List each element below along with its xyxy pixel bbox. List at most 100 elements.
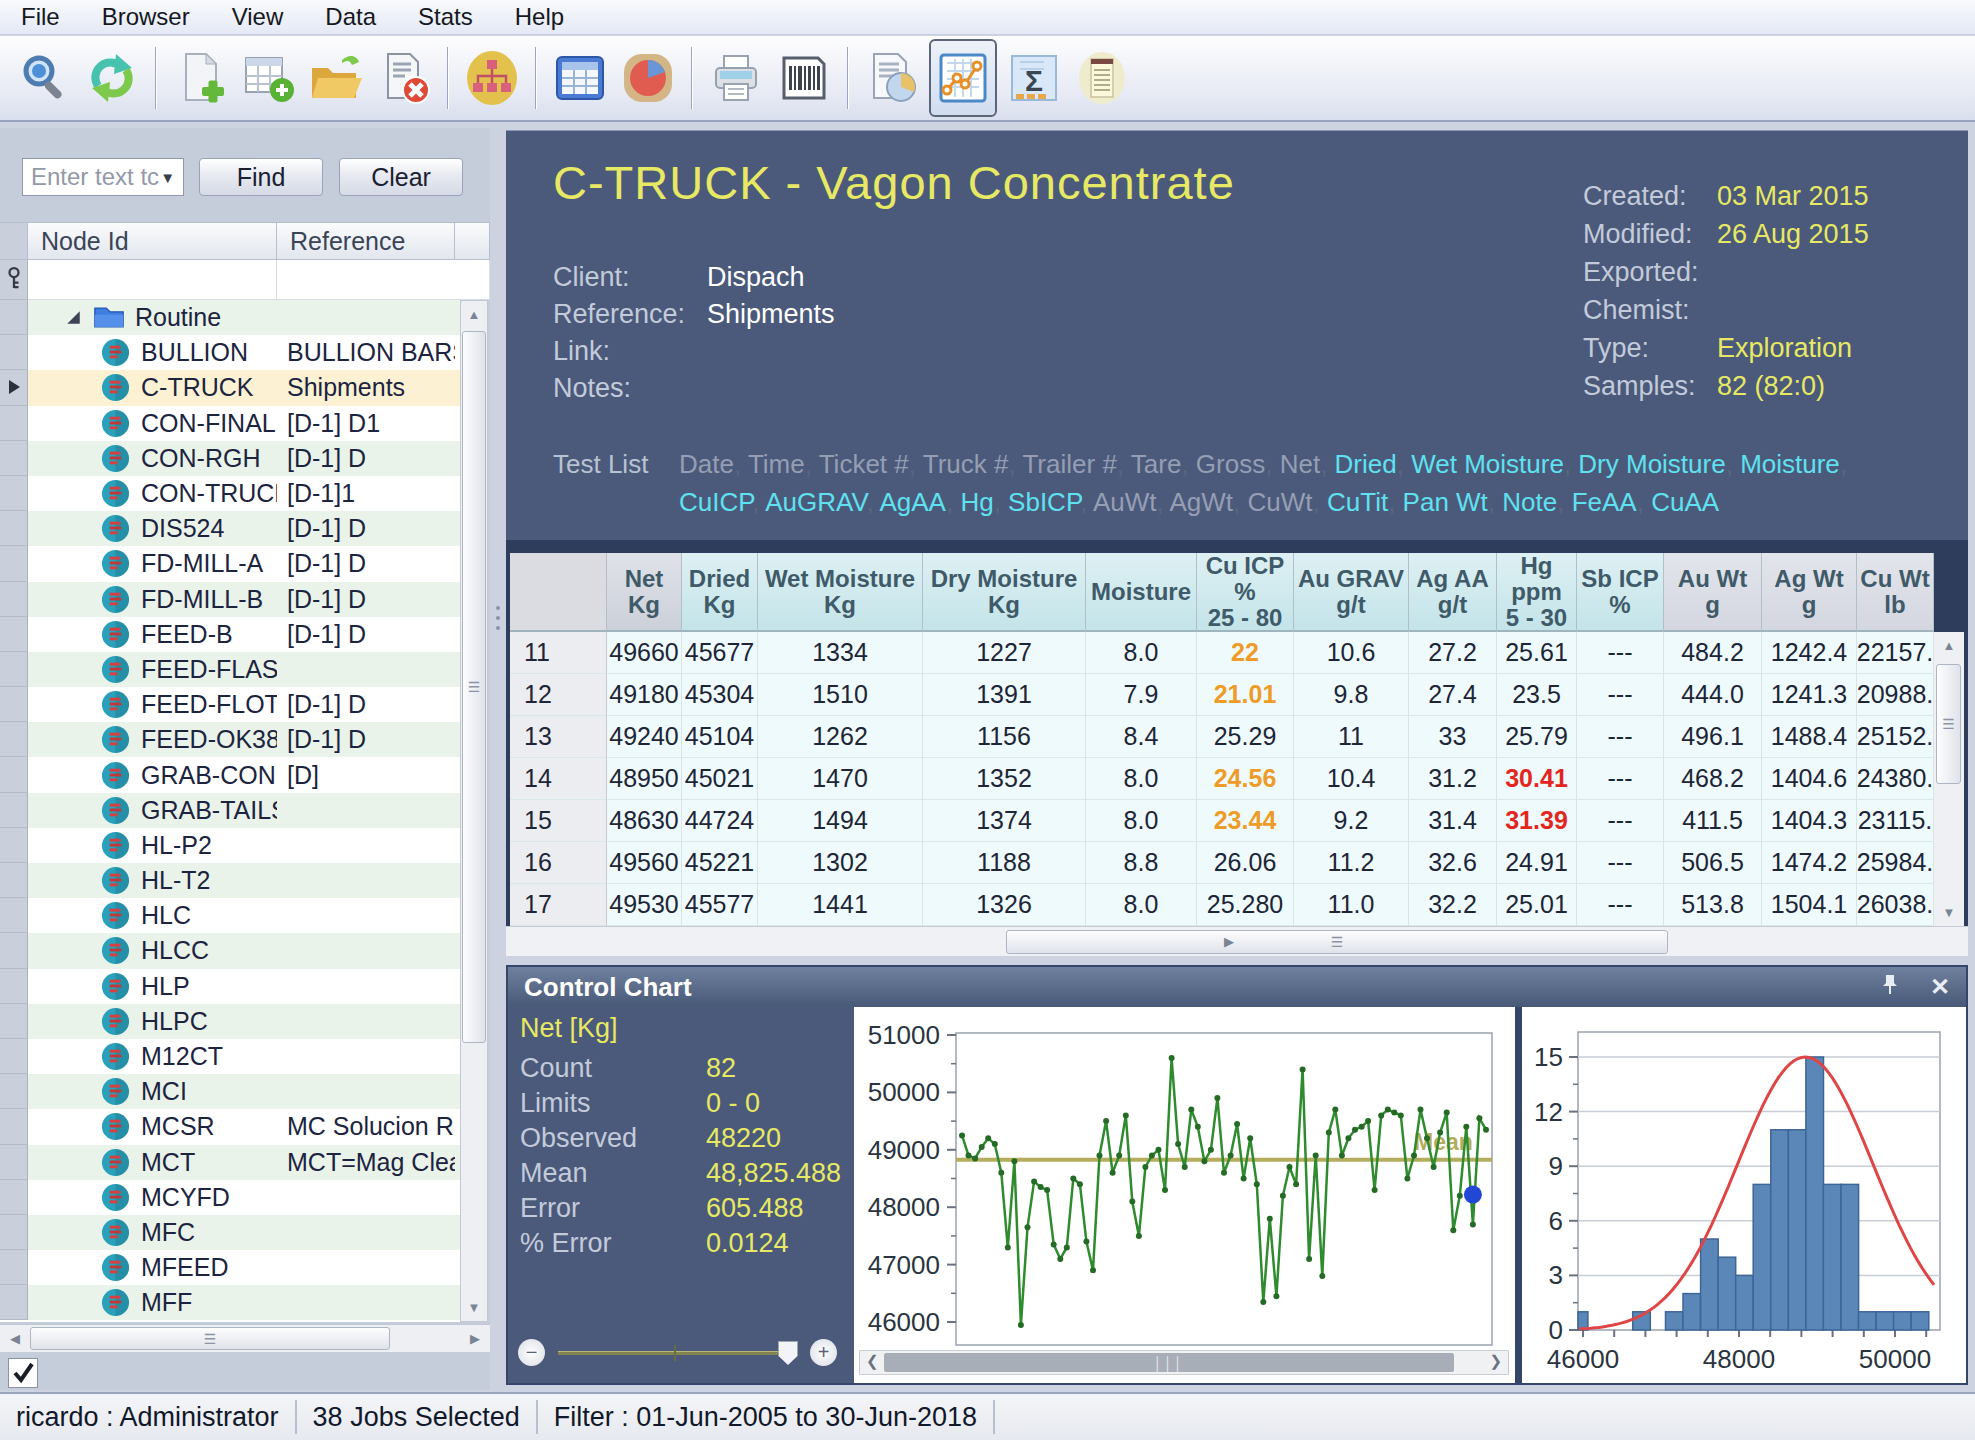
tree-filter-row[interactable] (0, 260, 490, 300)
test-item-note[interactable]: Note (1502, 487, 1557, 517)
tree-row[interactable]: FD-MILL-B[D-1] D (0, 582, 460, 617)
cell[interactable]: 45677 (682, 632, 758, 674)
test-item-tare[interactable]: Tare (1131, 449, 1182, 479)
column-header-moisture[interactable]: Moisture (1086, 553, 1197, 632)
close-icon[interactable]: ✕ (1930, 973, 1950, 1001)
cell[interactable]: 7.9 (1086, 674, 1197, 716)
cell[interactable]: 8.0 (1086, 758, 1197, 800)
cell[interactable]: 27.2 (1409, 632, 1497, 674)
test-item-moisture[interactable]: Moisture (1740, 449, 1840, 479)
cell[interactable]: 506.5 (1664, 842, 1762, 884)
cell[interactable]: 49240 (607, 716, 682, 758)
tree-row[interactable]: FEED-B[D-1] D (0, 617, 460, 652)
column-header-cu-icp[interactable]: Cu ICP%25 - 80 (1197, 553, 1294, 632)
tree-node-hl-p2[interactable]: HL-P2 (28, 828, 277, 863)
tree-row[interactable]: FEED-FLASH (0, 652, 460, 687)
notes-icon[interactable] (1071, 42, 1133, 114)
tree-node-feed-flash[interactable]: FEED-FLASH (28, 652, 277, 687)
cell[interactable]: 1241.3 (1762, 674, 1857, 716)
chart-horizontal-scrollbar[interactable]: ❮ │││ ❯ (859, 1350, 1509, 1375)
cell[interactable]: 49530 (607, 884, 682, 926)
cell[interactable]: 1334 (758, 632, 923, 674)
tree-row[interactable]: BULLIONBULLION BARS (0, 335, 460, 370)
tree-row[interactable]: MCYFD (0, 1180, 460, 1215)
cell[interactable]: 32.6 (1409, 842, 1497, 884)
cell[interactable]: 30.41 (1497, 758, 1577, 800)
sigma-icon[interactable]: Σ (1003, 42, 1065, 114)
test-item-time[interactable]: Time (748, 449, 805, 479)
scroll-left-icon[interactable]: ◀ (8, 1331, 22, 1346)
cell[interactable]: 8.8 (1086, 842, 1197, 884)
cell[interactable]: 496.1 (1664, 716, 1762, 758)
cell[interactable]: 31.39 (1497, 800, 1577, 842)
test-item-wet-moisture[interactable]: Wet Moisture (1411, 449, 1564, 479)
tree-row[interactable]: FEED-OK38[D-1] D (0, 722, 460, 757)
cell[interactable]: 45577 (682, 884, 758, 926)
column-header-cu-wt[interactable]: Cu Wtlb (1857, 553, 1934, 632)
tree-vscroll-thumb[interactable]: ☰ (462, 331, 486, 1043)
column-header-sb-icp[interactable]: Sb ICP% (1577, 553, 1664, 632)
tree-node-mcyfd[interactable]: MCYFD (28, 1180, 277, 1215)
cell[interactable]: 45304 (682, 674, 758, 716)
test-item-cutit[interactable]: CuTit (1327, 487, 1388, 517)
cell[interactable]: 9.8 (1294, 674, 1409, 716)
tree-node-m12ct[interactable]: M12CT (28, 1039, 277, 1074)
test-item-agwt[interactable]: AgWt (1170, 487, 1234, 517)
tree-header-node-id[interactable]: Node Id (28, 222, 277, 260)
test-item-date[interactable]: Date (679, 449, 734, 479)
filter-node-id-cell[interactable] (28, 260, 277, 300)
column-header-wet-moisture[interactable]: Wet MoistureKg (758, 553, 923, 632)
expand-collapse-icon[interactable] (66, 310, 81, 325)
test-item-sbicp[interactable]: SbICP (1008, 487, 1080, 517)
chevron-down-icon[interactable]: ▼ (160, 169, 175, 186)
table-row[interactable]: 164956045221130211888.826.0611.232.624.9… (510, 842, 1934, 884)
control-chart-icon[interactable] (929, 39, 997, 117)
column-header-dry-moisture[interactable]: Dry MoistureKg (923, 553, 1086, 632)
pie-chart-icon[interactable] (617, 42, 679, 114)
test-item-ticket-[interactable]: Ticket # (819, 449, 909, 479)
tree-node-mff[interactable]: MFF (28, 1285, 277, 1320)
cell[interactable]: 23.5 (1497, 674, 1577, 716)
cell[interactable]: 1188 (923, 842, 1086, 884)
cell[interactable]: 1441 (758, 884, 923, 926)
panel-splitter[interactable] (490, 128, 506, 1390)
tree-row[interactable]: HLPC (0, 1004, 460, 1039)
table-row[interactable]: 144895045021147013528.024.5610.431.230.4… (510, 758, 1934, 800)
cell[interactable]: 1391 (923, 674, 1086, 716)
cell[interactable]: 1510 (758, 674, 923, 716)
test-item-gross[interactable]: Gross (1196, 449, 1265, 479)
scroll-right-icon[interactable]: ❯ (1489, 1352, 1502, 1370)
hierarchy-icon[interactable] (461, 42, 523, 114)
cell[interactable]: 31.4 (1409, 800, 1497, 842)
table-row[interactable]: 114966045677133412278.02210.627.225.61--… (510, 632, 1934, 674)
tree-node-hlp[interactable]: HLP (28, 969, 277, 1004)
tree-node-dis524[interactable]: DIS524 (28, 511, 277, 546)
tree-node-hlc[interactable]: HLC (28, 898, 277, 933)
cell[interactable]: 1474.2 (1762, 842, 1857, 884)
tree-horizontal-scrollbar[interactable]: ◀ ☰ ▶ (0, 1324, 490, 1352)
column-header-net[interactable]: NetKg (607, 553, 682, 632)
new-document-icon[interactable] (169, 42, 231, 114)
scroll-right-icon[interactable]: ▶ (468, 1331, 482, 1346)
test-item-cuicp[interactable]: CuICP (679, 487, 752, 517)
cell[interactable]: 48950 (607, 758, 682, 800)
menu-stats[interactable]: Stats (397, 0, 494, 34)
menu-view[interactable]: View (211, 0, 305, 34)
cell[interactable]: --- (1577, 716, 1664, 758)
cell[interactable]: 10.4 (1294, 758, 1409, 800)
cell[interactable]: 11.0 (1294, 884, 1409, 926)
menu-data[interactable]: Data (304, 0, 397, 34)
tree-row[interactable]: HLC (0, 898, 460, 933)
tree-row[interactable]: MFF (0, 1285, 460, 1320)
cell[interactable]: 411.5 (1664, 800, 1762, 842)
tree-node-mfc[interactable]: MFC (28, 1215, 277, 1250)
tree-node-routine[interactable]: Routine (28, 300, 277, 335)
column-header-rownum[interactable] (510, 553, 607, 632)
tree-node-hlpc[interactable]: HLPC (28, 1004, 277, 1039)
tree-node-con-final[interactable]: CON-FINAL (28, 406, 277, 441)
cell[interactable]: 1227 (923, 632, 1086, 674)
slider-thumb[interactable] (778, 1341, 798, 1365)
column-header-au-grav[interactable]: Au GRAVg/t (1294, 553, 1409, 632)
tree-row[interactable]: MCTMCT=Mag Clean.. (0, 1145, 460, 1180)
cell[interactable]: 45221 (682, 842, 758, 884)
